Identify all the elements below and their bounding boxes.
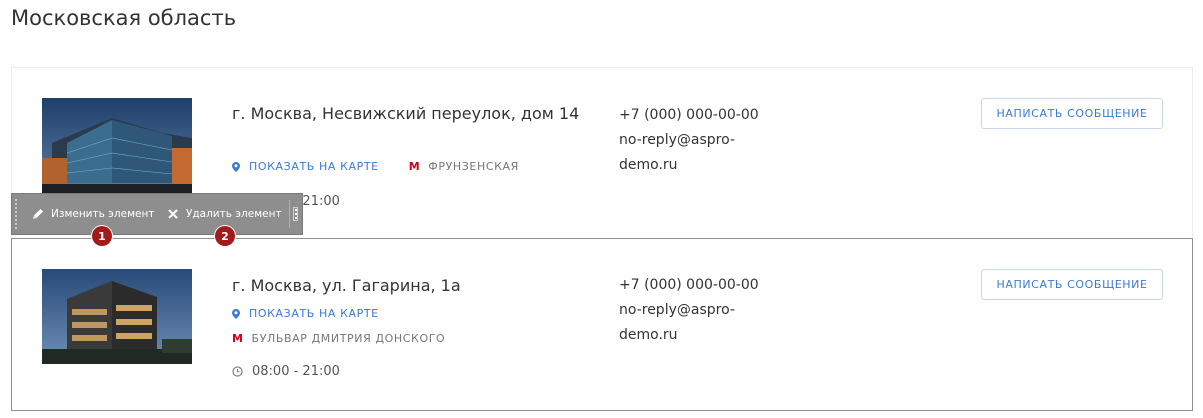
email-line-1[interactable]: no-reply@aspro-	[619, 128, 779, 153]
email-line-2[interactable]: demo.ru	[619, 153, 779, 178]
region-title: Московская область	[11, 6, 237, 30]
toolbar-divider	[289, 200, 290, 228]
menu-icon[interactable]	[293, 207, 298, 221]
email-line-1[interactable]: no-reply@aspro-	[619, 298, 779, 323]
office-address: г. Москва, Несвижский переулок, дом 14	[232, 104, 580, 123]
office-card: г. Москва, ул. Гагарина, 1а ПОКАЗАТЬ НА …	[11, 238, 1193, 411]
metro-station: м ФРУНЗЕНСКАЯ	[409, 160, 519, 173]
delete-element-label: Удалить элемент	[186, 208, 282, 220]
contacts: +7 (000) 000-00-00 no-reply@aspro- demo.…	[619, 103, 779, 178]
email-line-2[interactable]: demo.ru	[619, 323, 779, 348]
show-on-map-label: ПОКАЗАТЬ НА КАРТЕ	[249, 307, 379, 320]
write-message-button[interactable]: НАПИСАТЬ СООБЩЕНИЕ	[981, 98, 1163, 129]
office-photo[interactable]	[42, 98, 192, 193]
metro-icon: м	[232, 332, 244, 345]
phone[interactable]: +7 (000) 000-00-00	[619, 273, 779, 298]
working-hours: 08:00 - 21:00	[232, 364, 340, 379]
show-on-map-label: ПОКАЗАТЬ НА КАРТЕ	[249, 160, 379, 173]
map-pin-icon	[232, 161, 240, 172]
office-address: г. Москва, ул. Гагарина, 1а	[232, 276, 461, 295]
metro-label: ФРУНЗЕНСКАЯ	[428, 160, 519, 173]
contacts: +7 (000) 000-00-00 no-reply@aspro- demo.…	[619, 273, 779, 348]
metro-label: БУЛЬВАР ДМИТРИЯ ДОНСКОГО	[251, 332, 446, 345]
edit-element-button[interactable]: Изменить элемент	[32, 194, 154, 234]
office-photo[interactable]	[42, 269, 192, 364]
metro-station: м БУЛЬВАР ДМИТРИЯ ДОНСКОГО	[232, 332, 445, 345]
hint-badge: 2	[215, 226, 235, 246]
office-photo-image	[42, 269, 192, 364]
show-on-map-link[interactable]: ПОКАЗАТЬ НА КАРТЕ	[232, 307, 379, 320]
pencil-icon	[33, 209, 43, 219]
edit-toolbar: Изменить элемент Удалить элемент	[11, 193, 303, 235]
map-pin-icon	[232, 308, 240, 319]
metro-icon: м	[408, 160, 421, 173]
office-photo-image	[42, 98, 192, 193]
write-message-button[interactable]: НАПИСАТЬ СООБЩЕНИЕ	[981, 269, 1163, 300]
show-on-map-link[interactable]: ПОКАЗАТЬ НА КАРТЕ	[232, 160, 379, 173]
phone[interactable]: +7 (000) 000-00-00	[619, 103, 779, 128]
hint-badge: 1	[92, 226, 112, 246]
drag-handle-icon[interactable]	[14, 198, 18, 230]
edit-element-label: Изменить элемент	[51, 208, 155, 220]
clock-icon	[232, 366, 243, 377]
hours-label: 08:00 - 21:00	[252, 364, 340, 379]
close-icon	[168, 209, 178, 219]
